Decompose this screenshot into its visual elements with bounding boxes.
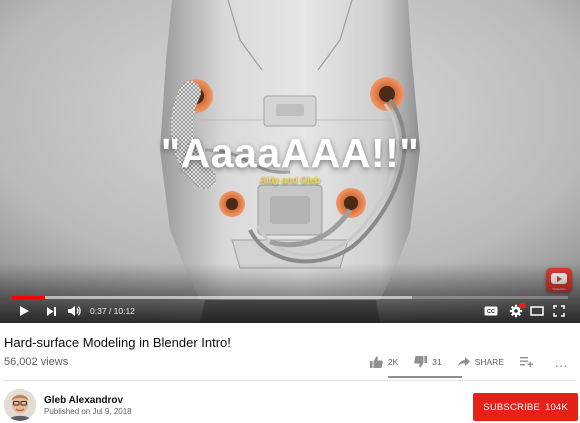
overlay-subtitle: Aidy and Gleb (259, 175, 321, 185)
avatar-image (4, 389, 36, 421)
subscribe-button[interactable]: SUBSCRIBE 104K (473, 393, 578, 421)
settings-button[interactable] (506, 300, 526, 322)
like-count: 2K (387, 357, 399, 367)
video-actions: 2K 31 SHARE … (354, 352, 568, 372)
buffer-bar (12, 296, 413, 299)
time-separator: / (106, 306, 114, 316)
progress-bar[interactable] (12, 296, 568, 299)
captions-button[interactable]: CC (482, 300, 500, 322)
video-player[interactable]: "AaaaAAA!!" Aidy and Gleb Subscribe 0:37… (0, 0, 580, 323)
thumbs-up-icon (369, 356, 383, 368)
sentiment-bar (388, 376, 462, 378)
like-button[interactable]: 2K (369, 356, 399, 368)
dislike-button[interactable]: 31 (414, 356, 442, 368)
fullscreen-button[interactable] (550, 300, 568, 322)
more-actions-button[interactable]: … (554, 354, 568, 370)
next-icon (46, 306, 56, 316)
share-icon (457, 357, 470, 367)
time-current: 0:37 (90, 306, 107, 316)
sentiment-likes-bar (388, 376, 458, 378)
theater-mode-icon (530, 306, 544, 316)
overlay-title: "AaaaAAA!!" (160, 130, 420, 176)
video-title: Hard-surface Modeling in Blender Intro! (4, 335, 231, 350)
volume-button[interactable] (64, 300, 84, 322)
subscriber-count: 104K (545, 401, 568, 413)
player-controls: 0:37 / 10:12 CC (0, 300, 580, 322)
divider (4, 380, 576, 381)
share-label: SHARE (474, 357, 504, 367)
time-display: 0:37 / 10:12 (90, 300, 135, 322)
fullscreen-icon (553, 305, 565, 317)
share-button[interactable]: SHARE (457, 357, 504, 367)
thumbs-down-icon (414, 356, 428, 368)
publish-date: Published on Jul 9, 2018 (44, 407, 132, 416)
hd-badge-icon (519, 303, 526, 308)
channel-name[interactable]: Gleb Alexandrov (44, 395, 123, 406)
svg-text:CC: CC (487, 309, 495, 315)
volume-icon (68, 306, 81, 316)
time-total: 10:12 (113, 306, 135, 316)
dislike-count: 31 (432, 357, 442, 367)
save-to-playlist-button[interactable] (520, 357, 538, 367)
play-button[interactable] (14, 300, 34, 322)
cc-icon: CC (484, 306, 498, 316)
subscribe-label: SUBSCRIBE (483, 401, 540, 413)
played-bar (12, 296, 46, 299)
theater-mode-button[interactable] (528, 300, 546, 322)
channel-avatar[interactable] (4, 389, 36, 421)
add-to-playlist-icon (520, 357, 533, 367)
view-count: 56,002 views (4, 356, 69, 368)
more-icon: … (554, 354, 568, 370)
play-icon (20, 306, 29, 316)
next-button[interactable] (42, 300, 60, 322)
